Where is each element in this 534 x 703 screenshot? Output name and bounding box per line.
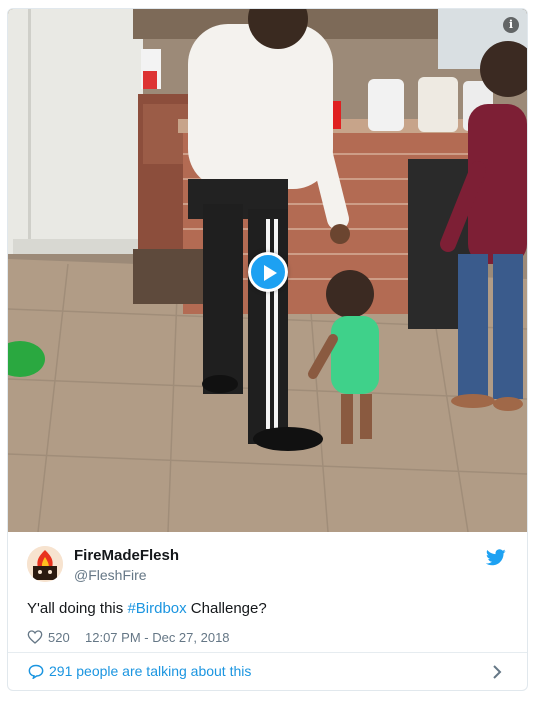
tweet-timestamp[interactable]: 12:07 PM - Dec 27, 2018 <box>85 630 230 645</box>
tweet-text: Y'all doing this #Birdbox Challenge? <box>27 600 267 617</box>
play-icon <box>264 265 277 281</box>
like-count[interactable]: 520 <box>48 630 70 645</box>
avatar-image <box>27 546 63 582</box>
author-handle[interactable]: @FleshFire <box>74 567 147 583</box>
author-display-name[interactable]: FireMadeFlesh <box>74 547 179 564</box>
heart-icon[interactable] <box>27 629 43 645</box>
info-icon: i <box>508 18 514 31</box>
chevron-right-icon <box>493 665 502 679</box>
embedded-tweet-card: i FireMadeFlesh @FleshFire Y'all doing t… <box>7 8 528 691</box>
speech-bubble-icon <box>28 664 44 679</box>
info-button[interactable]: i <box>503 17 519 33</box>
tweet-body: FireMadeFlesh @FleshFire Y'all doing thi… <box>8 532 527 650</box>
avatar[interactable] <box>27 546 63 582</box>
conversation-link[interactable]: 291 people are talking about this <box>8 653 527 690</box>
twitter-bird-icon[interactable] <box>486 549 506 566</box>
talking-about-label: 291 people are talking about this <box>49 663 252 679</box>
tweet-text-before: Y'all doing this <box>27 600 128 617</box>
video-player[interactable]: i <box>8 9 527 532</box>
hashtag-link[interactable]: #Birdbox <box>127 600 186 617</box>
tweet-text-after: Challenge? <box>186 600 267 617</box>
play-button[interactable] <box>248 252 288 292</box>
